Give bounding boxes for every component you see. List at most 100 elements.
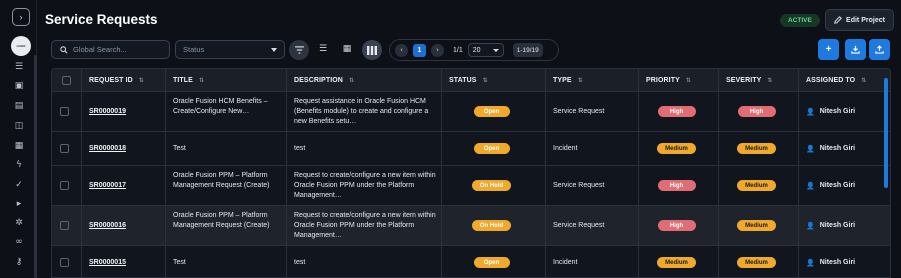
assignee-name: Nitesh Giri xyxy=(819,107,856,115)
priority-pill: Medium xyxy=(657,257,696,268)
severity-pill: Medium xyxy=(737,220,776,231)
sidebar-toggle-icon[interactable]: › xyxy=(12,8,30,26)
filter-button[interactable] xyxy=(289,40,309,60)
user-icon: 👤 xyxy=(806,144,815,153)
play-icon[interactable]: ▸ xyxy=(11,197,27,211)
page-title: Service Requests xyxy=(45,12,158,27)
header-label: TYPE xyxy=(553,77,572,84)
assigned-cell: 👤 Nitesh Giri xyxy=(799,246,890,277)
chevron-down-icon xyxy=(271,47,277,52)
sort-icon[interactable]: ⇅ xyxy=(199,77,204,84)
list-view-icon[interactable]: ☰ xyxy=(316,42,330,56)
request-id-cell: SR0000019 xyxy=(82,92,166,131)
chevron-down-icon xyxy=(492,48,499,52)
assignee-name: Nitesh Giri xyxy=(819,144,856,152)
assigned-cell: 👤 Nitesh Giri xyxy=(799,166,890,205)
table-row[interactable]: SR0000019 Oracle Fusion HCM Benefits – C… xyxy=(52,92,890,132)
bolt-icon[interactable]: ϟ xyxy=(11,158,27,172)
priority-cell: High xyxy=(639,166,719,205)
table-row[interactable]: SR0000017 Oracle Fusion PPM – Platform M… xyxy=(52,166,890,206)
request-id-link[interactable]: SR0000016 xyxy=(89,221,126,231)
request-id-link[interactable]: SR0000015 xyxy=(89,258,126,268)
bug-icon[interactable]: ✲ xyxy=(11,216,27,230)
download-button[interactable] xyxy=(845,39,866,60)
link-icon[interactable]: ∞ xyxy=(11,235,27,249)
select-all-checkbox[interactable] xyxy=(62,76,71,85)
search-icon xyxy=(60,45,68,54)
add-button[interactable]: + xyxy=(818,39,839,60)
row-checkbox[interactable] xyxy=(60,107,69,116)
next-page-icon[interactable]: › xyxy=(431,43,444,57)
row-select-cell xyxy=(52,92,82,131)
logo-mark: LOGO xyxy=(16,44,26,48)
calendar-icon[interactable]: ▣ xyxy=(11,79,27,93)
description-cell: Request assistance in Oracle Fusion HCM … xyxy=(287,92,442,131)
request-id-link[interactable]: SR0000017 xyxy=(89,181,126,191)
priority-cell: High xyxy=(639,206,719,245)
sidebar-scrollbar[interactable] xyxy=(34,55,37,278)
sort-icon[interactable]: ⇅ xyxy=(483,77,488,84)
request-id-link[interactable]: SR0000018 xyxy=(89,144,126,154)
columns-view-icon xyxy=(367,45,377,55)
user-icon: 👤 xyxy=(806,221,815,230)
assigned-cell: 👤 Nitesh Giri xyxy=(799,92,890,131)
header-title[interactable]: TITLE ⇅ xyxy=(166,69,287,92)
header-label: PRIORITY xyxy=(646,77,680,84)
header-assigned-to[interactable]: ASSIGNED TO ⇅ xyxy=(799,69,890,92)
key-icon[interactable]: ⚷ xyxy=(11,255,27,269)
column-view-button[interactable] xyxy=(362,40,382,60)
header-label: ASSIGNED TO xyxy=(806,77,856,84)
prev-page-icon[interactable]: ‹ xyxy=(395,43,408,57)
header-status[interactable]: STATUS ⇅ xyxy=(442,69,546,92)
table-header: REQUEST ID ⇅ TITLE ⇅ DESCRIPTION ⇅ STATUS ⇅ … xyxy=(52,69,890,92)
header-severity[interactable]: SEVERITY ⇅ xyxy=(719,69,799,92)
board-icon[interactable]: ▦ xyxy=(11,139,27,153)
status-cell: On Hold xyxy=(442,166,546,205)
header-description[interactable]: DESCRIPTION ⇅ xyxy=(287,69,442,92)
table-row[interactable]: SR0000018 Test test Open Incident Medium… xyxy=(52,132,890,166)
table-scrollbar[interactable] xyxy=(884,78,888,188)
row-checkbox[interactable] xyxy=(60,258,69,267)
edit-project-button[interactable]: Edit Project xyxy=(825,9,894,31)
request-id-link[interactable]: SR0000019 xyxy=(89,107,126,117)
assignee-name: Nitesh Giri xyxy=(819,258,856,266)
user-icon: 👤 xyxy=(806,258,815,267)
severity-pill: Medium xyxy=(737,143,776,154)
status-pill: Open xyxy=(473,257,510,268)
row-select-cell xyxy=(52,166,82,205)
sort-icon[interactable]: ⇅ xyxy=(861,77,866,84)
status-cell: On Hold xyxy=(442,206,546,245)
page-size-value: 20 xyxy=(472,46,481,54)
document-icon[interactable]: ▤ xyxy=(11,99,27,113)
table-row[interactable]: SR0000015 Test test Open Incident Medium… xyxy=(52,246,890,277)
header-request-id[interactable]: REQUEST ID ⇅ xyxy=(82,69,166,92)
check-icon[interactable]: ✓ xyxy=(11,178,27,192)
row-checkbox[interactable] xyxy=(60,221,69,230)
list-icon[interactable]: ☰ xyxy=(11,60,27,74)
page-size-select[interactable]: 20 xyxy=(467,43,504,57)
header-priority[interactable]: PRIORITY ⇅ xyxy=(639,69,719,92)
title-cell: Test xyxy=(166,132,287,165)
status-pill: Open xyxy=(473,143,510,154)
status-dropdown[interactable]: Status xyxy=(175,40,285,59)
upload-button[interactable] xyxy=(869,39,890,60)
sort-icon[interactable]: ⇅ xyxy=(686,77,691,84)
row-checkbox[interactable] xyxy=(60,181,69,190)
sort-icon[interactable]: ⇅ xyxy=(767,77,772,84)
grid-view-icon[interactable]: ▦ xyxy=(340,42,354,56)
status-pill: Open xyxy=(473,106,510,117)
columns-icon[interactable]: ◫ xyxy=(11,119,27,133)
current-page[interactable]: 1 xyxy=(413,43,426,57)
description-cell: Request to create/configure a new item w… xyxy=(287,166,442,205)
sort-icon[interactable]: ⇅ xyxy=(139,77,144,84)
status-cell: Open xyxy=(442,92,546,131)
header-type[interactable]: TYPE ⇅ xyxy=(546,69,639,92)
row-checkbox[interactable] xyxy=(60,144,69,153)
priority-cell: High xyxy=(639,92,719,131)
sort-icon[interactable]: ⇅ xyxy=(349,77,354,84)
sort-icon[interactable]: ⇅ xyxy=(578,77,583,84)
request-id-cell: SR0000015 xyxy=(82,246,166,277)
global-search[interactable] xyxy=(51,40,170,59)
search-input[interactable] xyxy=(73,45,168,54)
table-row[interactable]: SR0000016 Oracle Fusion PPM – Platform M… xyxy=(52,206,890,246)
